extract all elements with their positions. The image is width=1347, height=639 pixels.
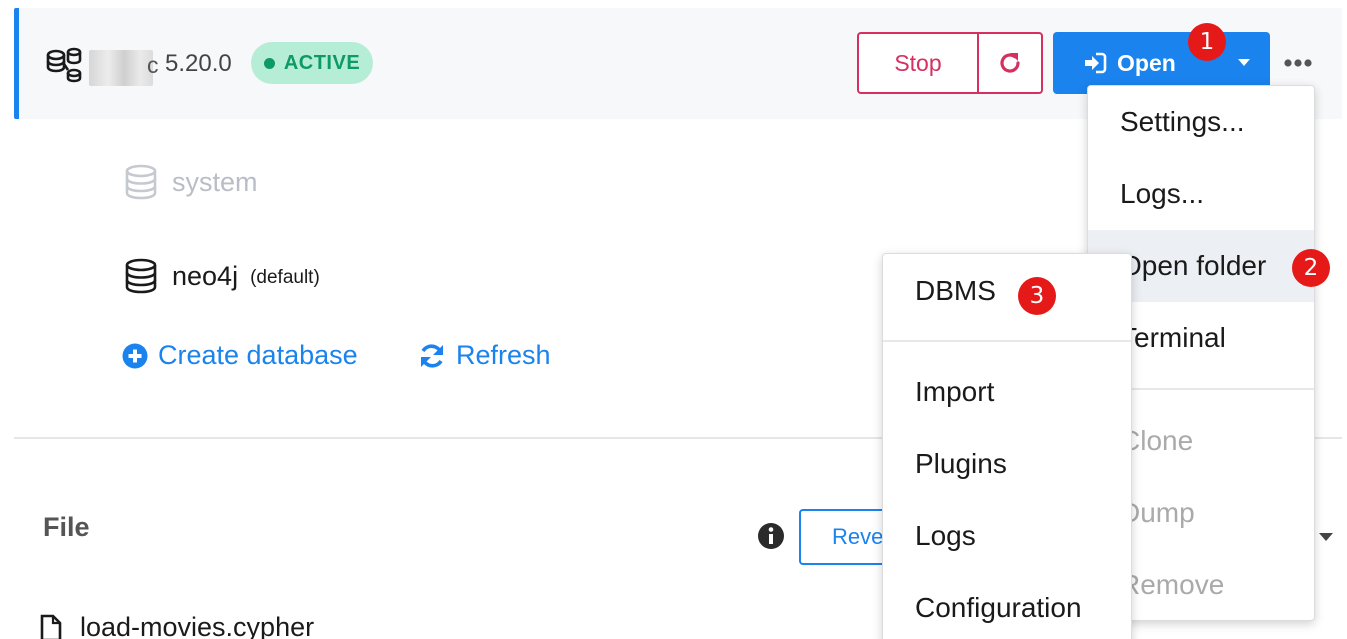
open-enter-icon (1085, 52, 1107, 74)
database-name: neo4j (172, 260, 239, 291)
submenu-item-configuration[interactable]: Configuration (883, 572, 1131, 639)
refresh-link[interactable]: Refresh (418, 340, 551, 371)
open-button-label: Open (1117, 49, 1176, 76)
plus-circle-icon (122, 343, 148, 368)
caret-down-icon[interactable] (1318, 530, 1334, 544)
dbms-name-tail: c (147, 52, 159, 78)
ellipsis-icon (1284, 59, 1312, 67)
submenu-item-plugins[interactable]: Plugins (883, 428, 1131, 500)
database-icon (125, 258, 157, 294)
stop-button[interactable]: Stop (859, 34, 979, 92)
create-database-link[interactable]: Create database (122, 340, 358, 371)
database-icon (125, 164, 157, 200)
file-name: load-movies.cypher (80, 612, 315, 639)
more-options-button[interactable] (1283, 48, 1313, 78)
step-badge-2: 2 (1292, 249, 1330, 287)
status-label: ACTIVE (283, 51, 361, 74)
file-icon (40, 614, 62, 639)
dbms-version: 5.20.0 (165, 50, 232, 77)
menu-item-settings[interactable]: Settings... (1088, 86, 1314, 158)
dbms-graph-icon (46, 47, 82, 83)
status-dot-icon (263, 57, 275, 69)
menu-separator (883, 340, 1131, 342)
submenu-item-logs[interactable]: Logs (883, 500, 1131, 572)
stop-button-group: Stop (857, 32, 1043, 94)
create-database-label: Create database (158, 340, 358, 370)
caret-down-icon (1238, 59, 1250, 66)
status-badge: ACTIVE (251, 42, 373, 84)
database-item-neo4j[interactable]: neo4j (default) (124, 258, 320, 294)
menu-item-logs[interactable]: Logs... (1088, 158, 1314, 230)
submenu-item-import[interactable]: Import (883, 356, 1131, 428)
file-column-heading: File (43, 512, 90, 542)
submenu-item-dbms[interactable]: DBMS (883, 254, 1131, 328)
database-name: system (172, 166, 258, 197)
database-item-system[interactable]: system (124, 164, 258, 200)
step-badge-1: 1 (1188, 23, 1226, 61)
restart-icon (1000, 53, 1020, 73)
refresh-label: Refresh (456, 340, 551, 370)
dbms-name-redacted (89, 50, 153, 86)
default-tag: (default) (250, 267, 320, 288)
step-badge-3: 3 (1018, 277, 1056, 315)
file-row[interactable]: load-movies.cypher (40, 612, 314, 639)
open-folder-submenu: DBMS Import Plugins Logs Configuration (882, 253, 1132, 639)
refresh-icon (421, 343, 443, 368)
info-icon[interactable] (757, 522, 785, 550)
restart-button[interactable] (979, 34, 1041, 92)
